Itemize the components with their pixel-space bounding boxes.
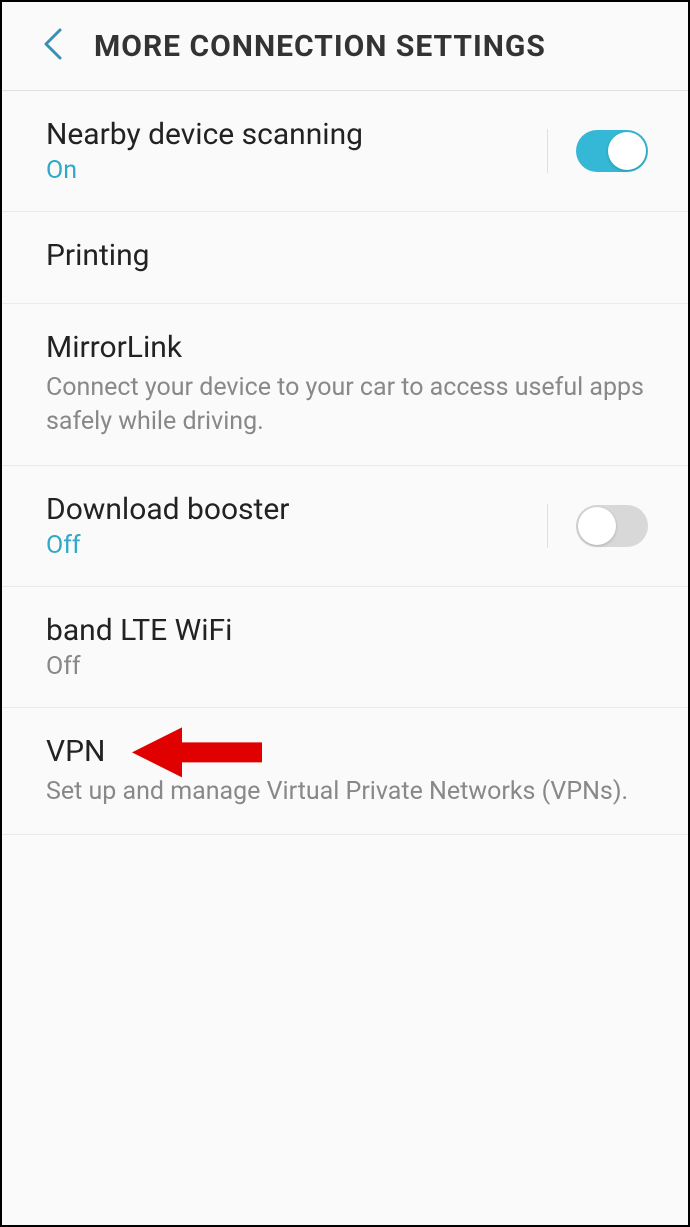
setting-title: Nearby device scanning [46,117,576,152]
setting-status: Off [46,531,576,560]
setting-description: Connect your device to your car to acces… [46,371,648,439]
toggle-nearby[interactable] [576,130,648,172]
setting-mirrorlink[interactable]: MirrorLink Connect your device to your c… [2,304,688,466]
setting-vpn[interactable]: VPN Set up and manage Virtual Private Ne… [2,708,688,836]
setting-description: Set up and manage Virtual Private Networ… [46,775,648,809]
setting-title: VPN [46,734,648,769]
setting-printing[interactable]: Printing [2,212,688,304]
setting-band-lte-wifi[interactable]: band LTE WiFi Off [2,587,688,708]
divider [547,504,548,548]
divider [547,129,548,173]
setting-nearby-device-scanning[interactable]: Nearby device scanning On [2,91,688,212]
setting-status: Off [46,652,648,681]
setting-status: On [46,156,576,185]
setting-download-booster[interactable]: Download booster Off [2,466,688,587]
toggle-knob [578,507,616,545]
setting-title: Download booster [46,492,576,527]
setting-title: MirrorLink [46,330,648,365]
setting-text: Download booster Off [46,492,576,560]
back-icon[interactable] [42,26,64,66]
toggle-download-booster[interactable] [576,505,648,547]
setting-title: Printing [46,238,648,273]
setting-text: band LTE WiFi Off [46,613,648,681]
settings-list: Nearby device scanning On Printing Mirro… [2,91,688,835]
setting-title: band LTE WiFi [46,613,648,648]
header: MORE CONNECTION SETTINGS [2,2,688,91]
setting-text: MirrorLink Connect your device to your c… [46,330,648,439]
toggle-knob [608,132,646,170]
setting-text: VPN Set up and manage Virtual Private Ne… [46,734,648,809]
page-title: MORE CONNECTION SETTINGS [94,29,546,64]
setting-text: Nearby device scanning On [46,117,576,185]
setting-text: Printing [46,238,648,277]
